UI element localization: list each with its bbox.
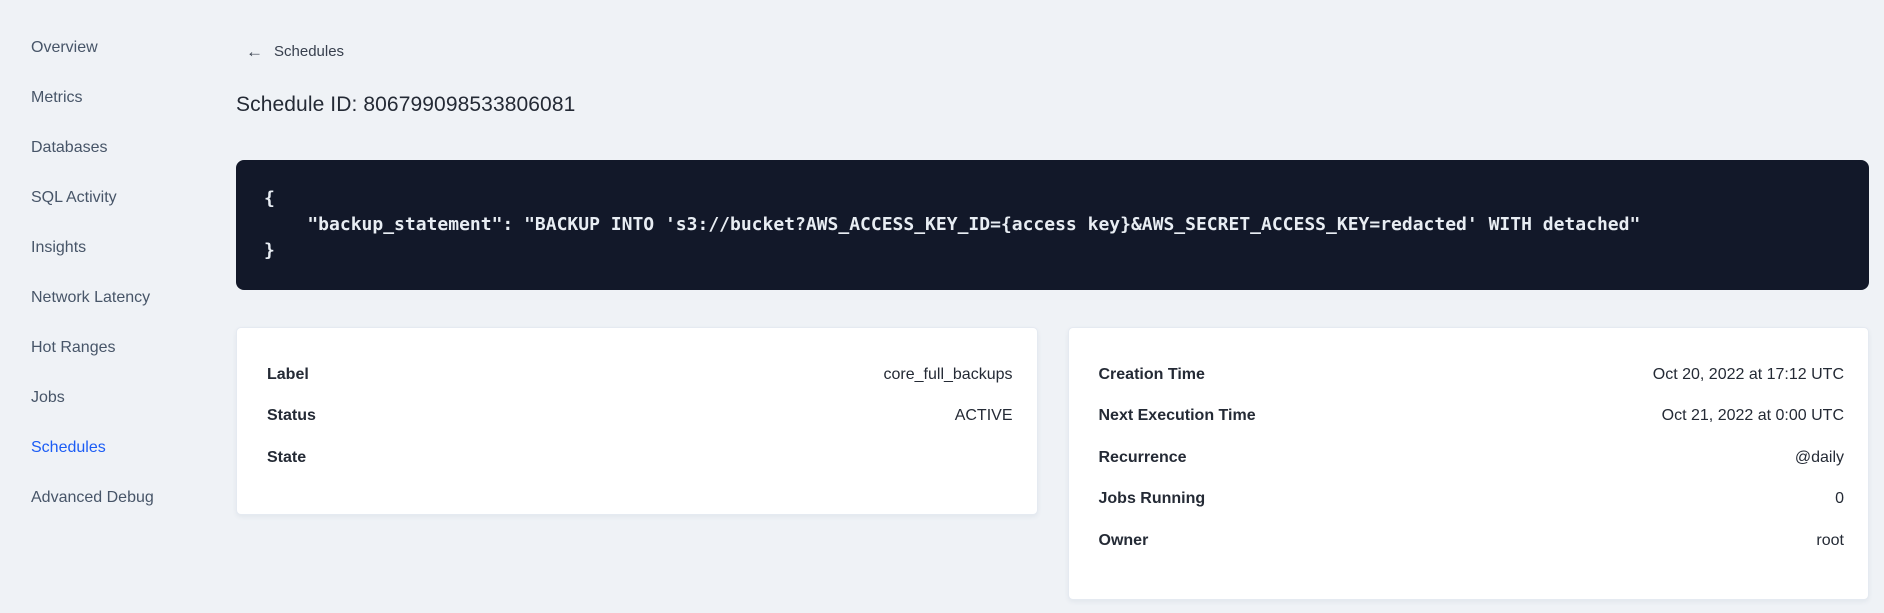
row-label: Owner	[1098, 531, 1149, 549]
sidebar-item-overview[interactable]: Overview	[0, 23, 236, 73]
sidebar-item-hot-ranges[interactable]: Hot Ranges	[0, 323, 236, 373]
app-root: Overview Metrics Databases SQL Activity Insi…	[0, 0, 1884, 613]
sidebar-item-schedules[interactable]: Schedules	[0, 423, 236, 473]
row-value: 0	[1835, 490, 1844, 508]
row-value: @daily	[1794, 448, 1844, 466]
sidebar-item-databases[interactable]: Databases	[0, 123, 236, 173]
sidebar-item-jobs[interactable]: Jobs	[0, 373, 236, 423]
row-value: core_full_backups	[883, 365, 1013, 383]
summary-cards-row: Label core_full_backups Status ACTIVE St…	[236, 327, 1869, 600]
sidebar-item-network-latency[interactable]: Network Latency	[0, 273, 236, 323]
summary-row: Creation Time Oct 20, 2022 at 17:12 UTC	[1099, 354, 1845, 396]
page-title: Schedule ID: 806799098533806081	[236, 93, 576, 116]
row-label: Label	[267, 365, 309, 383]
sidebar-item-advanced-debug[interactable]: Advanced Debug	[0, 473, 236, 523]
summary-row: Owner root	[1099, 520, 1845, 562]
row-value: ACTIVE	[954, 407, 1013, 425]
row-label: Creation Time	[1098, 365, 1205, 383]
sidebar-item-insights[interactable]: Insights	[0, 223, 236, 273]
summary-row: Jobs Running 0	[1099, 479, 1845, 521]
sidebar: Overview Metrics Databases SQL Activity Insi…	[0, 0, 236, 613]
summary-row: Recurrence @daily	[1099, 437, 1845, 479]
main-content: ← Schedules Schedule ID: 806799098533806…	[236, 0, 1884, 613]
summary-row: Status ACTIVE	[267, 396, 1013, 438]
schedule-summary-card: Label core_full_backups Status ACTIVE St…	[236, 327, 1038, 515]
code-line: "backup_statement": "BACKUP INTO 's3://b…	[264, 214, 1641, 235]
row-label: Next Execution Time	[1098, 407, 1256, 425]
execution-summary-card: Creation Time Oct 20, 2022 at 17:12 UTC …	[1067, 327, 1869, 600]
summary-row: Label core_full_backups	[267, 354, 1013, 396]
sidebar-item-metrics[interactable]: Metrics	[0, 73, 236, 123]
row-label: State	[267, 448, 307, 466]
row-value: Oct 20, 2022 at 17:12 UTC	[1652, 365, 1844, 383]
back-to-schedules-link[interactable]: ← Schedules	[236, 43, 344, 60]
code-line: {	[264, 188, 275, 209]
row-label: Recurrence	[1098, 448, 1187, 466]
sidebar-item-sql-activity[interactable]: SQL Activity	[0, 173, 236, 223]
row-value: root	[1816, 531, 1844, 549]
row-label: Jobs Running	[1098, 490, 1206, 508]
code-line: }	[264, 240, 275, 261]
summary-row: Next Execution Time Oct 21, 2022 at 0:00…	[1099, 396, 1845, 438]
summary-row: State	[267, 437, 1013, 479]
row-value: Oct 21, 2022 at 0:00 UTC	[1661, 407, 1844, 425]
back-link-label: Schedules	[274, 43, 345, 60]
back-arrow-icon: ←	[246, 42, 263, 61]
row-label: Status	[267, 407, 316, 425]
schedule-statement-code-block: { "backup_statement": "BACKUP INTO 's3:/…	[236, 160, 1869, 290]
